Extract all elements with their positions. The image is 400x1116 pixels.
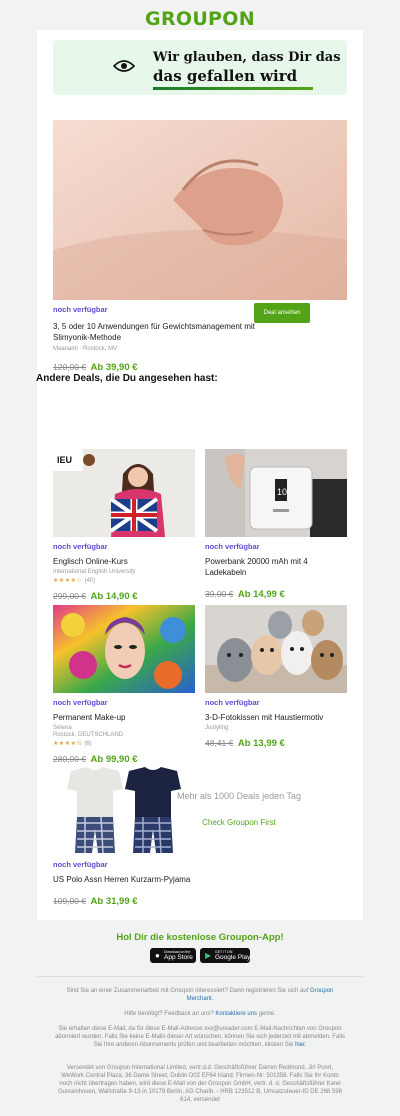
app-store-badge[interactable]: ● Download on the App Store <box>150 948 196 963</box>
review-count: (40) <box>84 578 96 584</box>
deal-price: 48,41 € Ab 13,99 € <box>205 733 347 751</box>
footer-info: Sie erhalten diese E-Mail, da für diese … <box>55 1025 345 1049</box>
old-price: 109,00 € <box>53 896 87 906</box>
deal-availability: noch verfügbar <box>205 542 260 551</box>
review-count: (6) <box>84 741 92 747</box>
deal-location: Rostock, DEUTSCHLAND <box>53 732 124 738</box>
rating-stars: ★★★★½ (6) <box>53 740 195 747</box>
help-text: Hilfe benötigt? Feedback an uns? <box>124 1011 214 1017</box>
footer-legal: Versendet von Groupon International Limi… <box>58 1065 342 1103</box>
rating-value: ★★★★½ <box>53 741 83 747</box>
deal-tile[interactable]: noch verfügbar Permanent Make-up Selena … <box>53 605 195 767</box>
new-price: Ab 14,99 € <box>237 589 285 600</box>
deal-image-makeup[interactable] <box>53 605 195 693</box>
deal-tile[interactable]: IEU noch verfügbar Englisch Online-Kurs … <box>53 449 195 604</box>
footer-help: Hilfe benötigt? Feedback an uns? Kontakt… <box>55 1010 345 1018</box>
hero-availability: noch verfügbar <box>53 305 108 314</box>
deal-title[interactable]: Powerbank 20000 mAh mit 4 Ladekabeln <box>205 556 347 578</box>
old-price: 48,41 € <box>205 738 234 748</box>
googleplay-label: Google Play <box>215 954 251 961</box>
apple-icon: ● <box>155 951 160 960</box>
new-price: Ab 39,90 € <box>90 362 138 373</box>
deal-price: 39,00 € Ab 14,99 € <box>205 584 347 602</box>
svg-text:10: 10 <box>277 487 287 497</box>
deal-availability: noch verfügbar <box>53 698 108 707</box>
old-price: 120,00 € <box>53 362 87 372</box>
google-play-badge[interactable]: ▶ GET IT ON Google Play <box>200 948 250 963</box>
new-price: Ab 31,99 € <box>90 896 138 907</box>
new-price: Ab 13,99 € <box>237 738 285 749</box>
rating-stars: ★★★★☆ (40) <box>53 577 195 584</box>
banner-underline <box>153 87 313 90</box>
merchant-name: Maanami <box>53 346 78 352</box>
deal-image-pet-pillows[interactable] <box>205 605 347 693</box>
check-groupon-first-link[interactable]: Check Groupon First <box>168 818 310 827</box>
banner-line-2: das gefallen wird <box>153 67 298 85</box>
banner-line-1: Wir glauben, dass Dir das <box>153 50 341 65</box>
eye-icon <box>113 60 135 72</box>
deal-merchant: Selena <box>53 725 72 731</box>
deal-image-english-course[interactable]: IEU <box>53 449 195 537</box>
footer-divider <box>37 976 363 977</box>
deal-tile[interactable]: noch verfügbar US Polo Assn Herren Kurza… <box>53 763 195 909</box>
merchant-text: Sind Sie an einer Zusammenarbeit mit Gro… <box>66 988 309 994</box>
deal-availability: noch verfügbar <box>205 698 260 707</box>
deal-tile[interactable]: noch verfügbar 3-D-Fotokissen mit Hausti… <box>205 605 347 751</box>
deal-image-powerbank[interactable]: 10 <box>205 449 347 537</box>
deal-price: 109,00 € Ab 31,99 € <box>53 891 195 909</box>
app-title: Hol Dir die kostenlose Groupon-App! <box>116 932 284 943</box>
deal-availability: noch verfügbar <box>53 860 108 869</box>
deal-merchant: Justyling <box>205 725 229 731</box>
section-title: Andere Deals, die Du angesehen hast: <box>36 373 218 384</box>
old-price: 39,00 € <box>205 589 234 599</box>
help-suffix: gerne. <box>258 1011 276 1017</box>
contact-link[interactable]: Kontaktiere uns <box>215 1011 257 1017</box>
deal-availability: noch verfügbar <box>53 542 108 551</box>
svg-text:IEU: IEU <box>57 455 72 465</box>
groupon-logo[interactable]: GROUPON <box>0 8 400 30</box>
deal-merchant: International English University <box>53 569 136 575</box>
promo-text: Mehr als 1000 Deals jeden Tag <box>177 791 301 801</box>
deal-title[interactable]: Permanent Make-up <box>53 712 195 723</box>
new-price: Ab 14,90 € <box>90 591 138 602</box>
deal-title[interactable]: US Polo Assn Herren Kurzarm-Pyjama <box>53 874 195 885</box>
deal-tile[interactable]: 10 noch verfügbar Powerbank 20000 mAh mi… <box>205 449 347 602</box>
view-deal-button[interactable]: Deal ansehen <box>254 303 310 323</box>
hero-title[interactable]: 3, 5 oder 10 Anwendungen für Gewichtsman… <box>53 321 268 343</box>
deal-title[interactable]: Englisch Online-Kurs <box>53 556 195 567</box>
footer-merchant: Sind Sie an einer Zusammenarbeit mit Gro… <box>66 988 334 1002</box>
merchant-location: Rostock, MV <box>83 346 118 352</box>
hero-merchant: Maanami · Rostock, MV <box>53 346 117 352</box>
rating-value: ★★★★☆ <box>53 578 83 584</box>
hero-deal-image[interactable] <box>53 120 347 300</box>
play-icon: ▶ <box>205 951 212 960</box>
old-price: 299,00 € <box>53 591 87 601</box>
deal-title[interactable]: 3-D-Fotokissen mit Haustiermotiv <box>205 712 347 723</box>
deal-image-pyjama[interactable] <box>53 763 195 855</box>
recommendation-banner: Wir glauben, dass Dir das das gefallen w… <box>53 40 347 95</box>
deal-price: 299,00 € Ab 14,90 € <box>53 586 195 604</box>
appstore-label: App Store <box>164 954 193 961</box>
unsubscribe-here-link[interactable]: hier. <box>295 1042 306 1048</box>
